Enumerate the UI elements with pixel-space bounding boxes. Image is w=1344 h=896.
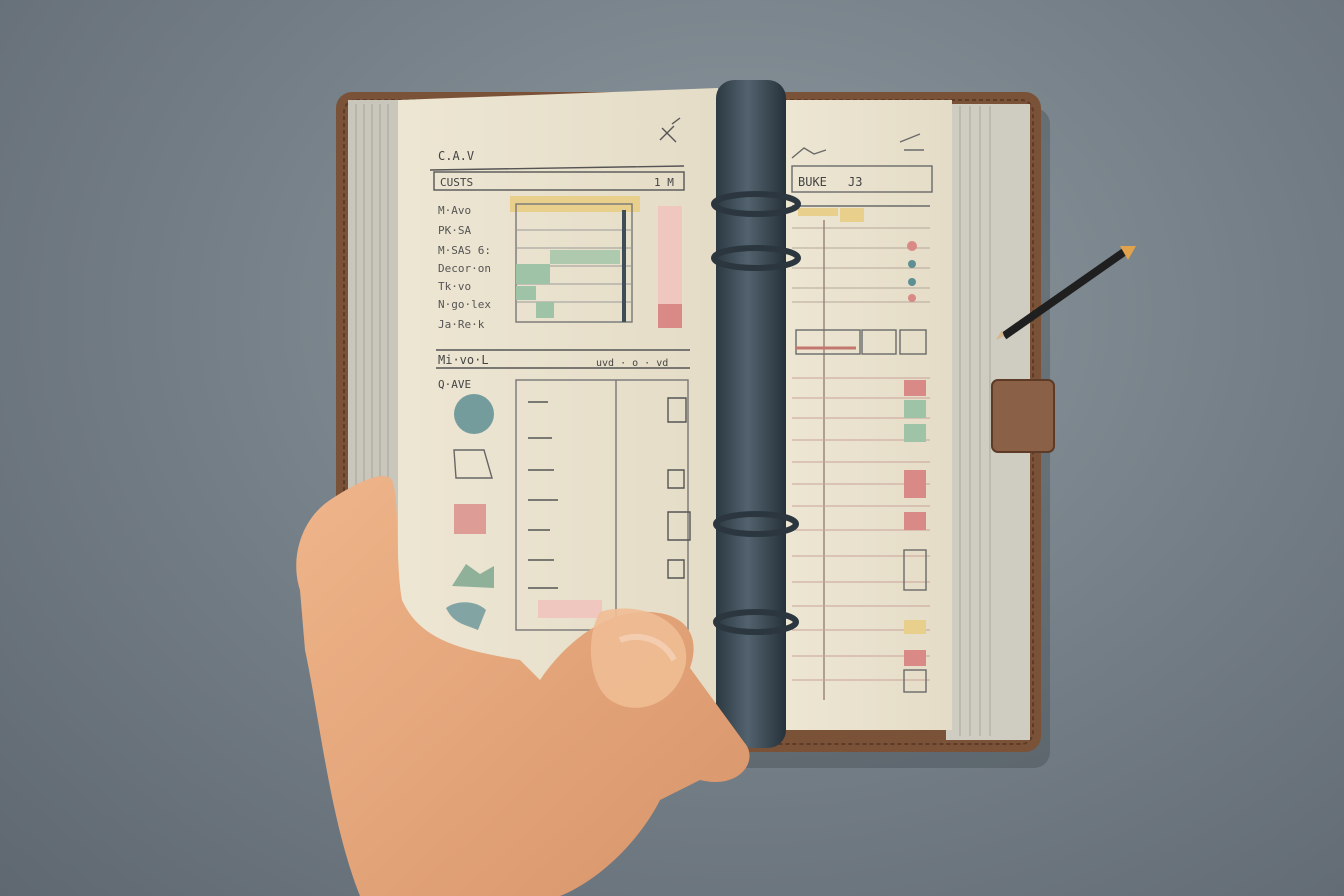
binder-spine [716, 80, 786, 748]
left-page-section-sub: Q·AVE [438, 378, 471, 391]
strap-tab [991, 379, 1055, 453]
left-page-row: M·Avo [438, 204, 471, 217]
left-page-row: N·go·lex [438, 298, 491, 311]
scene: BUKE J3 C.A.V CUSTS 1 M M·Avo PK·SA M·SA… [296, 80, 1136, 896]
left-page-section-title: Mi·vo·L [438, 353, 489, 367]
left-page-header: C.A.V [438, 149, 474, 163]
left-page-row: Ja·Re·k [438, 318, 485, 331]
left-page-row: Tk·vo [438, 280, 471, 293]
right-page-code: J3 [848, 175, 862, 189]
left-page-tab-code: 1 M [654, 176, 674, 189]
left-page-row: PK·SA [438, 224, 471, 237]
left-page-row: M·SAS 6: [438, 244, 491, 257]
left-page-row: Decor·on [438, 262, 491, 275]
left-page-tab-label: CUSTS [440, 176, 473, 189]
right-page-header: BUKE [798, 175, 827, 189]
left-page-chart-note: uvd · o · vd [596, 358, 668, 369]
right-page [784, 100, 952, 730]
red-doodle [454, 504, 486, 534]
teal-circle-doodle [454, 394, 494, 434]
